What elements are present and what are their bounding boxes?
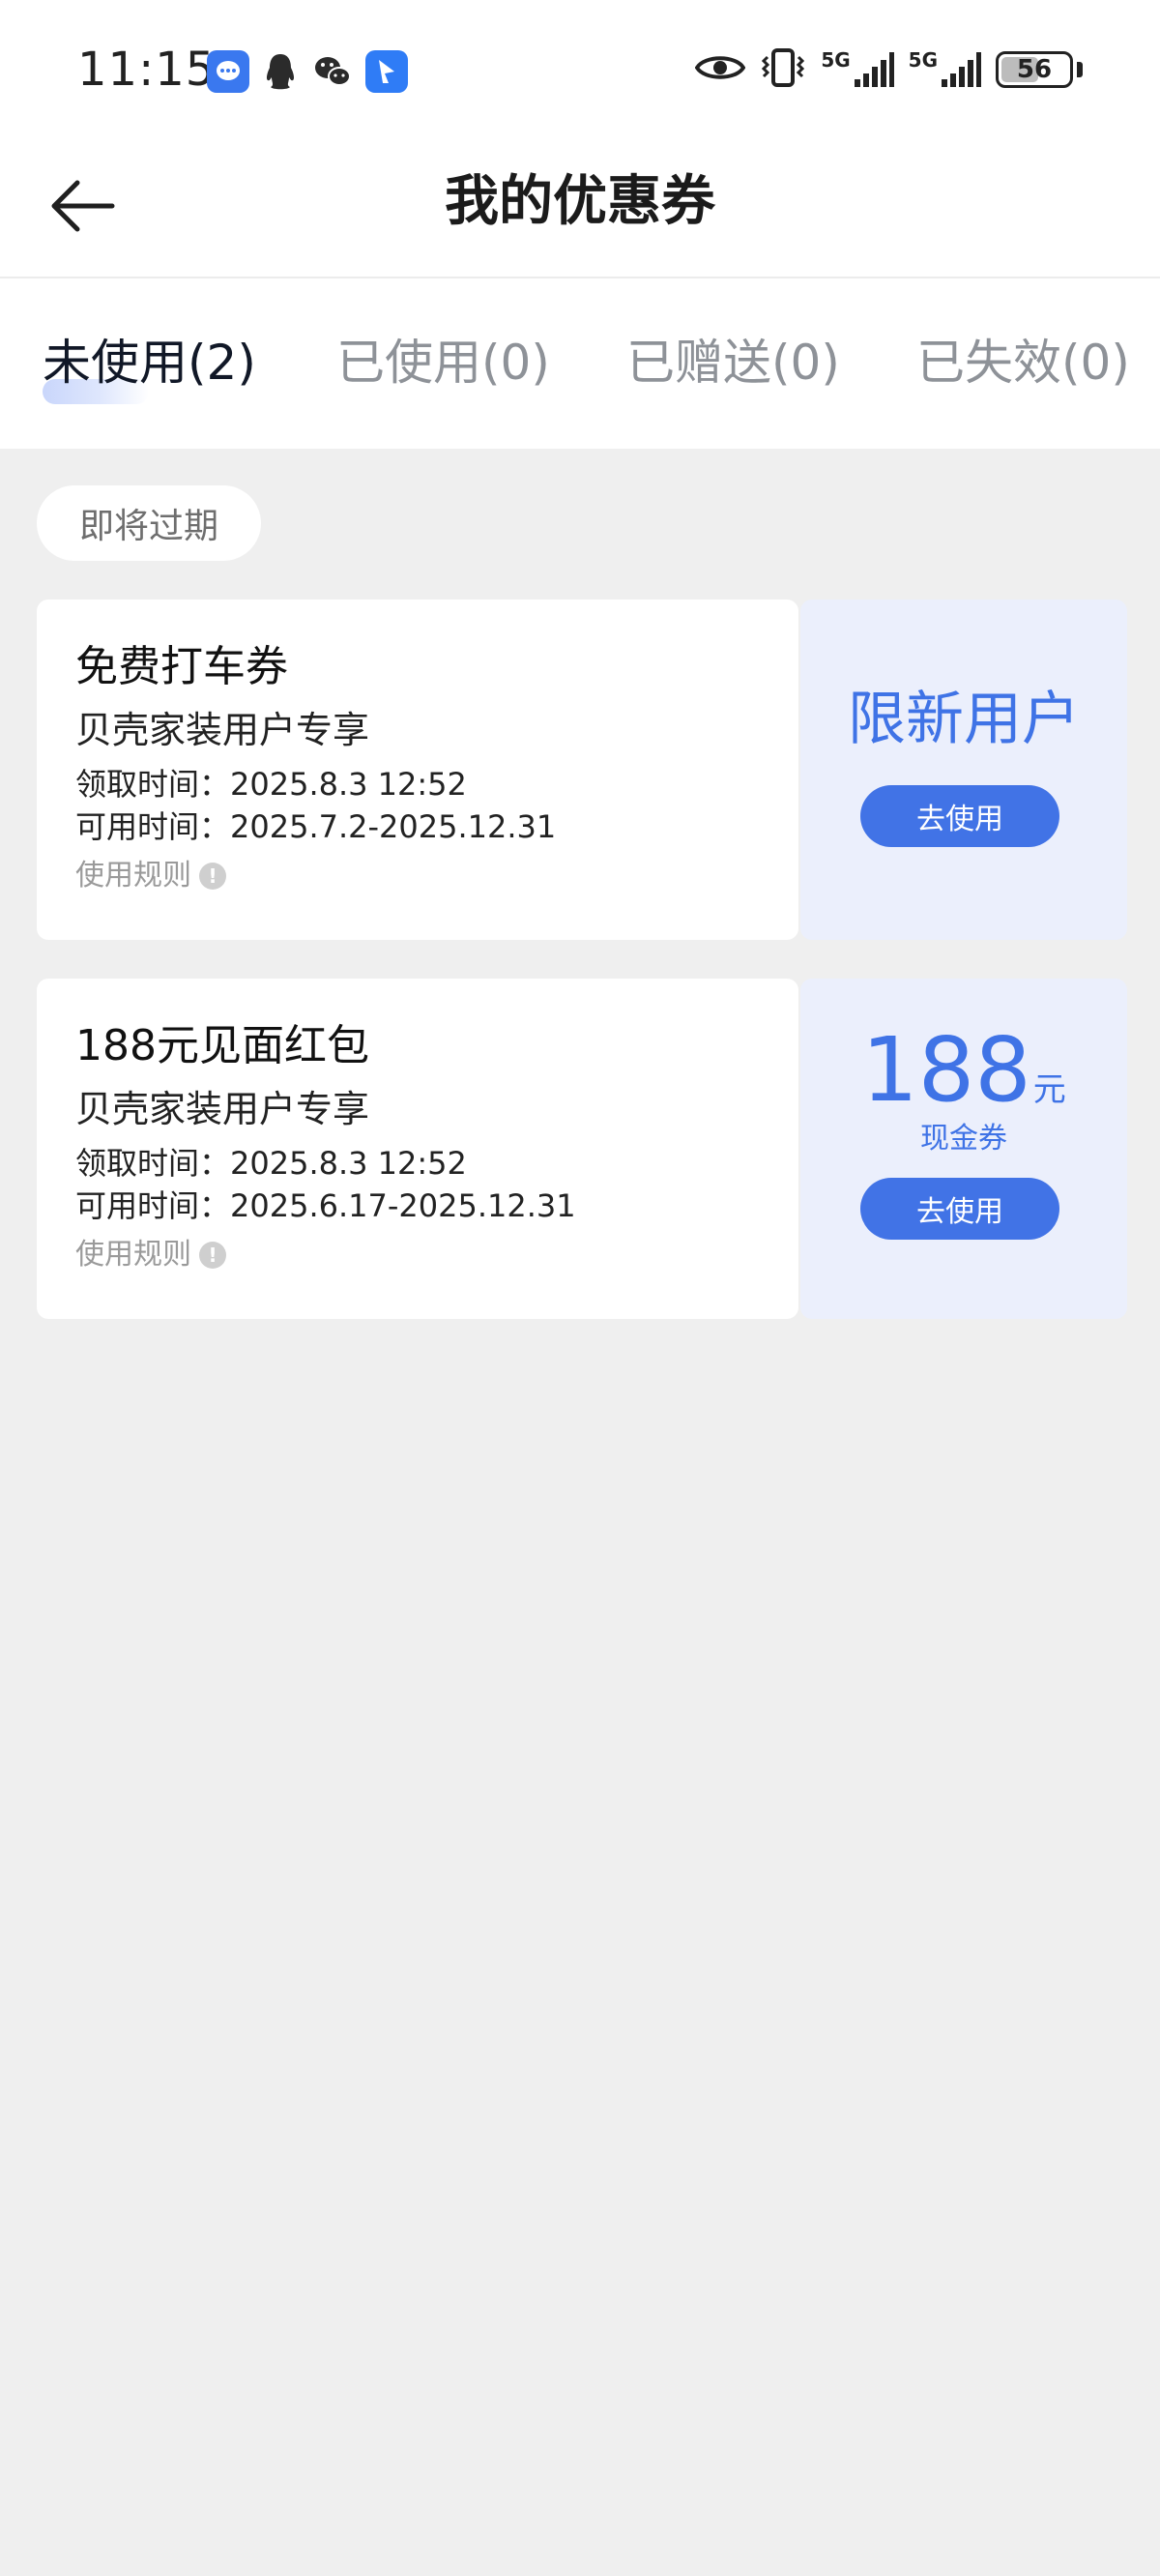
- wechat-icon: [311, 50, 354, 93]
- coupon-action-panel: 188元 现金券 去使用: [800, 979, 1127, 1319]
- network-label-1: 5G: [821, 48, 851, 72]
- message-icon: [207, 50, 249, 93]
- signal-icon: 5G: [821, 50, 894, 89]
- coupon-info: 免费打车券 贝壳家装用户专享 领取时间：2025.8.3 12:52 可用时间：…: [37, 600, 798, 940]
- status-bar: 11:15 5G 5G 56: [0, 0, 1160, 135]
- coupon-title: 免费打车券: [75, 642, 288, 691]
- coupon-card: 免费打车券 贝壳家装用户专享 领取时间：2025.8.3 12:52 可用时间：…: [37, 600, 1127, 940]
- tab-unused[interactable]: 未使用(2): [43, 329, 256, 396]
- tab-gifted[interactable]: 已赠送(0): [626, 329, 840, 396]
- coupon-amount: 188元: [800, 1017, 1127, 1124]
- status-time: 11:15: [77, 43, 217, 97]
- coupon-received-time: 领取时间：2025.8.3 12:52: [75, 766, 467, 803]
- eye-icon: [694, 51, 746, 88]
- coupon-subtitle: 贝壳家装用户专享: [75, 1088, 370, 1130]
- info-icon: !: [199, 1242, 226, 1269]
- usage-rules-label: 使用规则: [75, 1238, 191, 1272]
- status-indicators: 5G 5G 56: [694, 43, 1083, 97]
- coupon-valid-time: 可用时间：2025.7.2-2025.12.31: [75, 808, 557, 845]
- expiring-soon-label: 即将过期: [37, 485, 261, 561]
- new-user-badge: 限新用户: [848, 686, 1080, 753]
- coupon-subtitle: 贝壳家装用户专享: [75, 709, 370, 751]
- coupon-amount-value: 188: [861, 1018, 1031, 1122]
- network-label-2: 5G: [908, 48, 938, 72]
- coupon-amount-unit: 元: [1032, 1070, 1066, 1109]
- signal-icon: 5G: [909, 50, 982, 89]
- coupon-info: 188元见面红包 贝壳家装用户专享 领取时间：2025.8.3 12:52 可用…: [37, 979, 798, 1319]
- coupon-valid-time: 可用时间：2025.6.17-2025.12.31: [75, 1187, 576, 1224]
- battery-level: 56: [1016, 55, 1053, 84]
- header: 我的优惠券: [0, 135, 1160, 278]
- coupon-type-label: 现金券: [920, 1122, 1007, 1156]
- coupon-card: 188元见面红包 贝壳家装用户专享 领取时间：2025.8.3 12:52 可用…: [37, 979, 1127, 1319]
- usage-rules-link[interactable]: 使用规则 !: [75, 1236, 226, 1274]
- usage-rules-link[interactable]: 使用规则 !: [75, 857, 226, 895]
- app-icon: [365, 50, 408, 93]
- page-title: 我的优惠券: [445, 170, 715, 233]
- use-coupon-button[interactable]: 去使用: [860, 785, 1059, 847]
- tab-expired[interactable]: 已失效(0): [916, 329, 1130, 396]
- coupon-action-panel: 限新用户 去使用: [800, 600, 1127, 940]
- use-coupon-button[interactable]: 去使用: [860, 1178, 1059, 1240]
- coupon-title: 188元见面红包: [75, 1021, 369, 1070]
- qq-icon: [259, 50, 302, 93]
- tab-used[interactable]: 已使用(0): [336, 329, 550, 396]
- battery-nub: [1077, 62, 1083, 77]
- vibrate-icon: [759, 47, 807, 92]
- coupon-received-time: 领取时间：2025.8.3 12:52: [75, 1145, 467, 1182]
- info-icon: !: [199, 863, 226, 890]
- usage-rules-label: 使用规则: [75, 859, 191, 893]
- battery-icon: 56: [996, 51, 1073, 88]
- coupon-tabs: 未使用(2) 已使用(0) 已赠送(0) 已失效(0): [0, 278, 1160, 449]
